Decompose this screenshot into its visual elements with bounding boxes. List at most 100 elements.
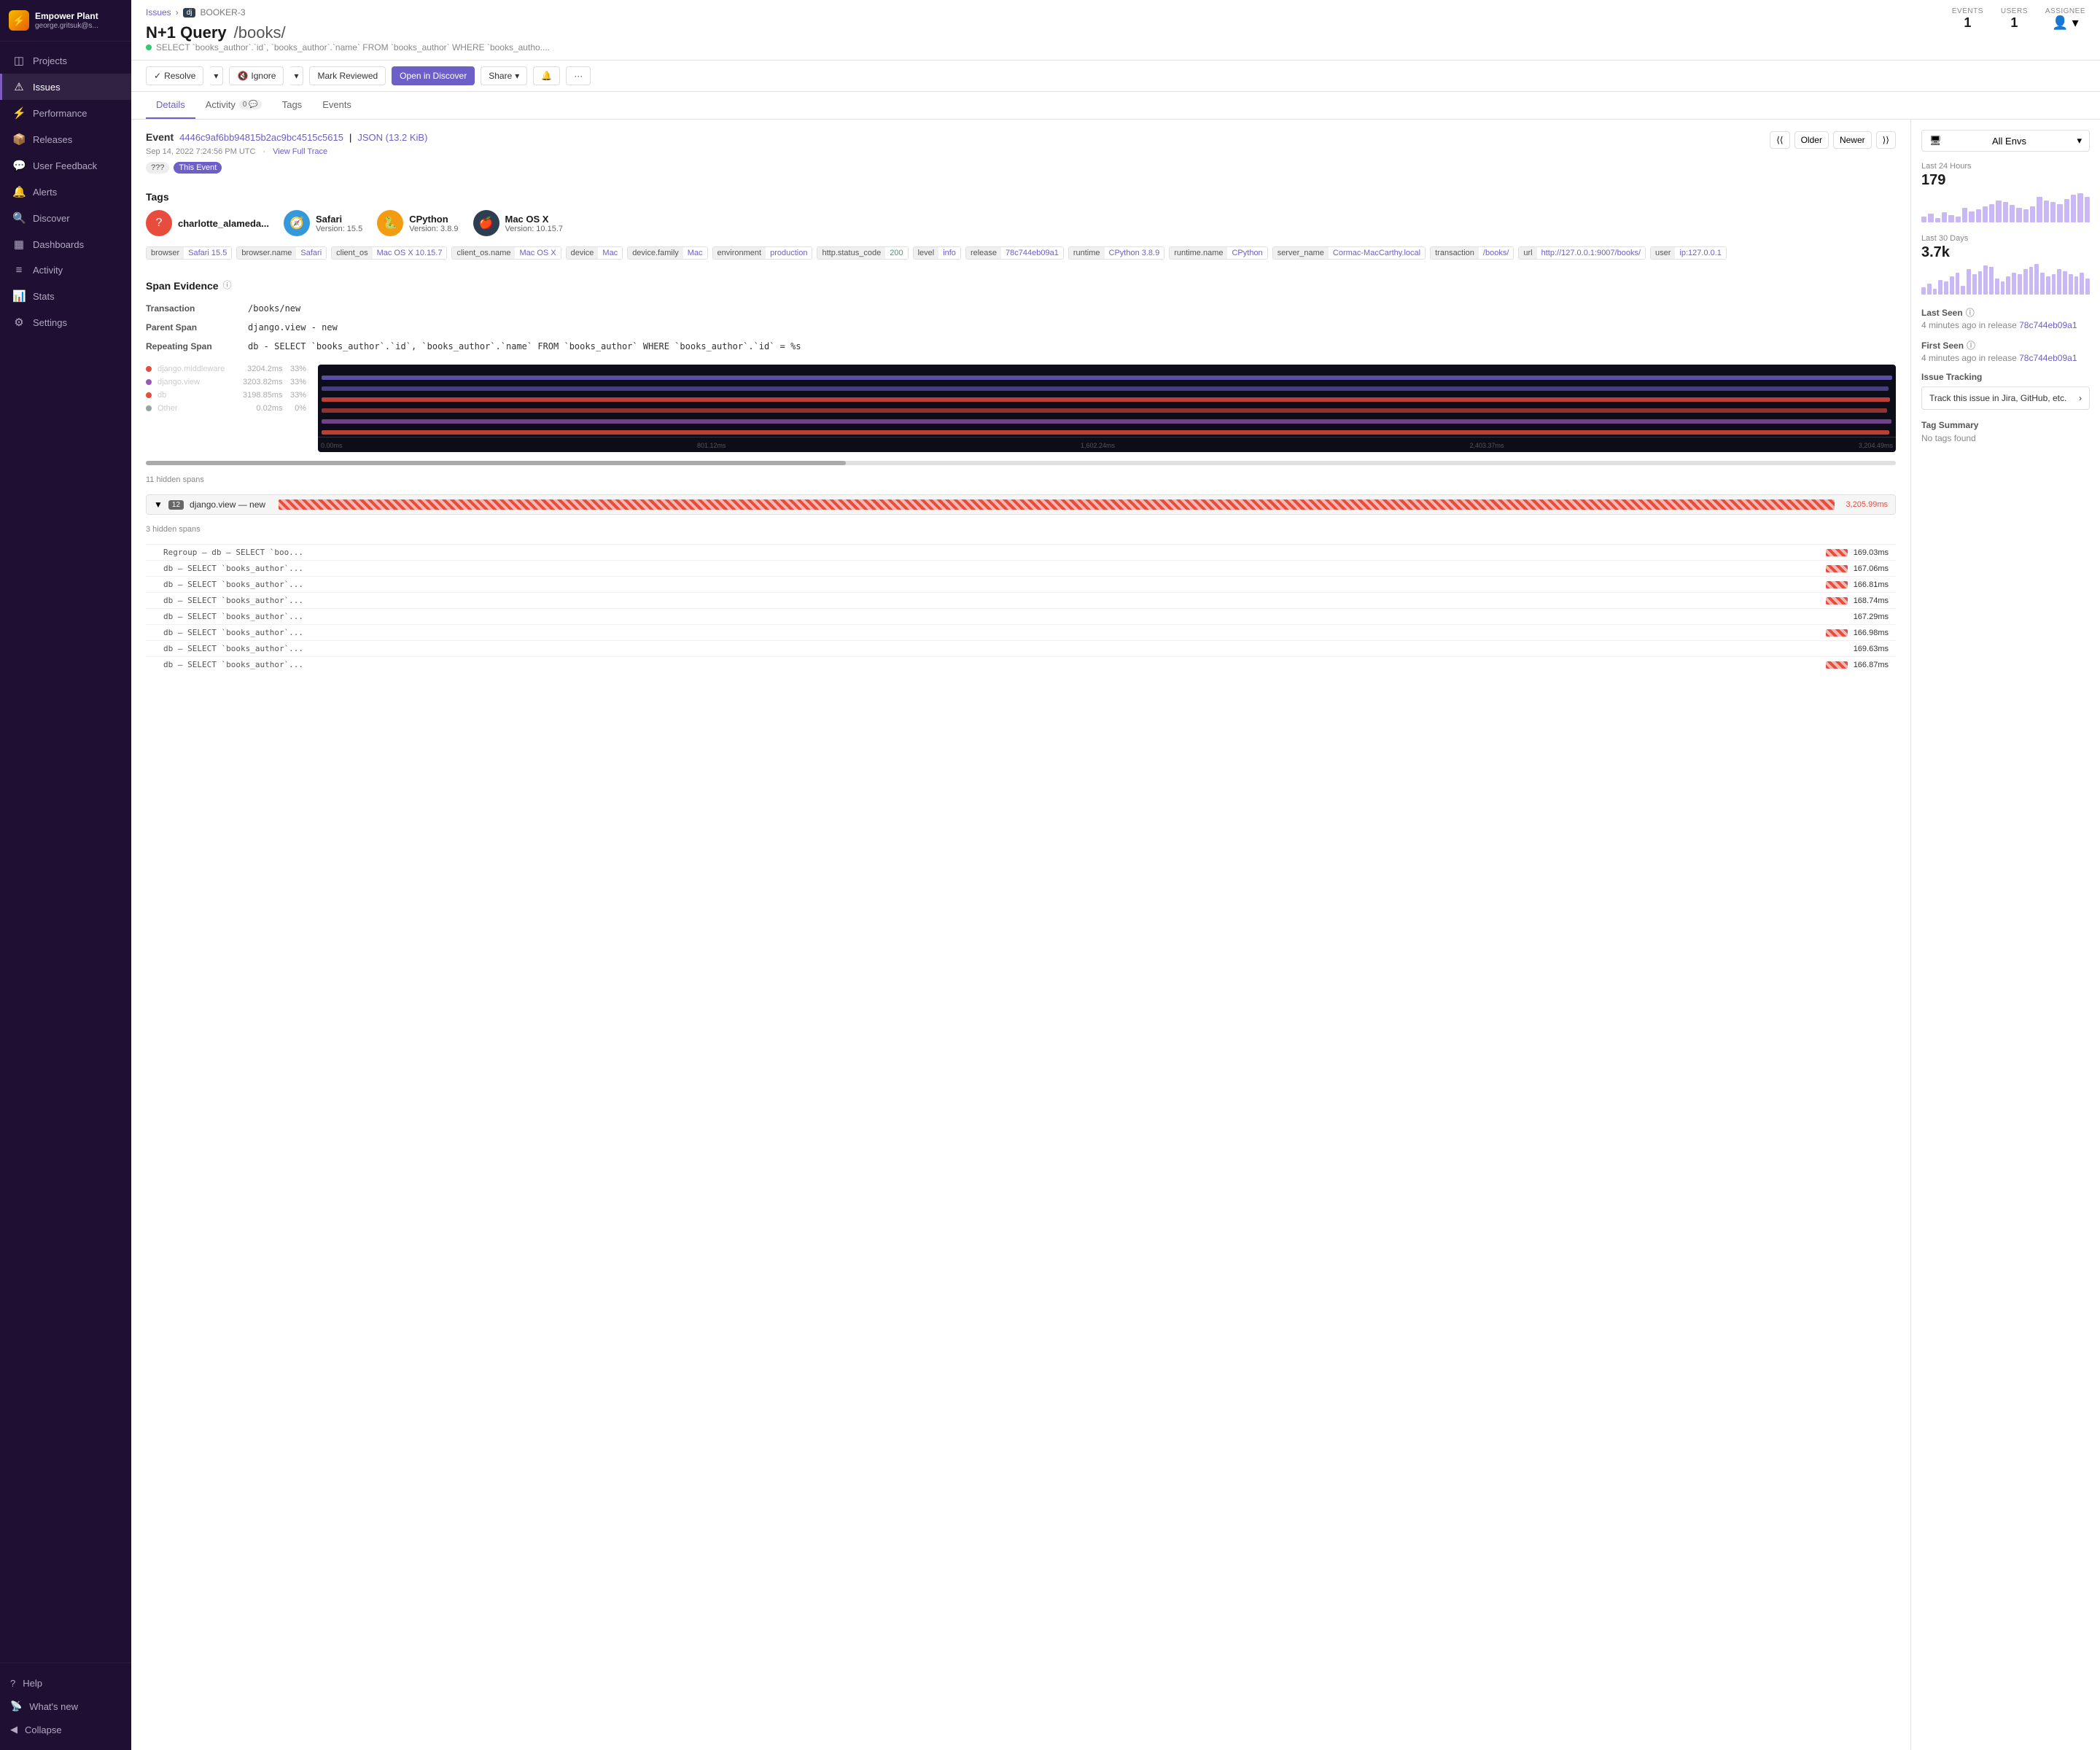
sidebar-item-projects[interactable]: ◫Projects [0,47,131,74]
tab-tags[interactable]: Tags [272,92,312,119]
mini-bar-30d [1972,274,1977,295]
first-event-button[interactable]: ⟨⟨ [1770,131,1789,149]
striped-bar [1826,661,1848,669]
mini-bar-30d [2085,279,2090,295]
last-event-button[interactable]: ⟩⟩ [1876,131,1896,149]
mini-bar-24h [1969,211,1974,222]
sidebar-item-discover[interactable]: 🔍Discover [0,205,131,231]
sidebar-item-releases[interactable]: 📦Releases [0,126,131,152]
tag-pill-url[interactable]: url http://127.0.0.1:9007/books/ [1518,246,1646,260]
perf-dot [146,405,152,411]
timeline-label: 1,602.24ms [1081,442,1115,449]
last-seen-release-link[interactable]: 78c744eb09a1 [2019,320,2077,330]
last-seen-section: Last Seen ⓘ 4 minutes ago in release 78c… [1921,306,2090,330]
tab-activity[interactable]: Activity0 💬 [195,92,272,119]
tag-pill-device[interactable]: device Mac [566,246,623,260]
mini-bar-24h [2030,206,2035,222]
tag-pill-level[interactable]: level info [913,246,961,260]
mini-bar-30d [1921,287,1926,295]
sidebar-label-user-feedback: User Feedback [33,160,97,171]
tab-label-tags: Tags [282,99,302,110]
sidebar-footer-whats-new[interactable]: 📡What's new [0,1695,131,1718]
issue-query: SELECT `books_author`.`id`, `books_autho… [146,42,550,52]
share-button[interactable]: Share ▾ [481,66,527,85]
span-detail-row: db — SELECT `books_author`... 166.81ms [146,576,1896,592]
mini-bar-30d [2029,267,2034,295]
mark-reviewed-button[interactable]: Mark Reviewed [309,66,386,85]
tag-pill-server_name[interactable]: server_name Cormac-MacCarthy.local [1272,246,1426,260]
tag-key-runtime.name: runtime.name [1170,247,1227,259]
tags-section-title: Tags [146,191,1896,203]
tag-pill-runtime.name[interactable]: runtime.name CPython [1169,246,1267,260]
tag-val-device.family: Mac [683,247,707,259]
newer-event-button[interactable]: Newer [1833,131,1872,149]
timeline-labels: 0.00ms801.12ms1,602.24ms2,403.37ms3,204.… [318,442,1896,449]
span-number: 12 [168,500,184,510]
event-id-link[interactable]: 4446c9af6bb94815b2ac9bc4515c5615 [179,132,343,143]
sidebar-item-alerts[interactable]: 🔔Alerts [0,179,131,205]
mini-bar-30d [2069,274,2073,295]
span-evidence-row: Repeating Span db - SELECT `books_author… [146,337,1896,356]
help-icon: ? [10,1678,15,1689]
tag-key-url: url [1519,247,1536,259]
tag-pill-client_os.name[interactable]: client_os.name Mac OS X [451,246,561,260]
mini-bar-30d [1956,273,1960,295]
tab-events[interactable]: Events [312,92,362,119]
span-evidence-table: Transaction /books/new Parent Span djang… [146,299,1896,356]
tag-pill-device.family[interactable]: device.family Mac [627,246,707,260]
ignore-caret-button[interactable]: ▾ [289,66,303,85]
tab-details[interactable]: Details [146,92,195,119]
tag-pill-client_os[interactable]: client_os Mac OS X 10.15.7 [331,246,447,260]
resolve-button[interactable]: ✓ Resolve [146,66,203,85]
span-row-value: /books/new [248,299,1896,318]
tag-pill-release[interactable]: release 78c744eb09a1 [965,246,1064,260]
last-30d-value: 3.7k [1921,244,2090,261]
performance-rows: django.middleware 3204.2ms 33% django.vi… [146,365,306,413]
mini-bar-24h [1983,206,1988,222]
env-selector[interactable]: 🖥 All Envs ▾ [1921,130,2090,152]
sidebar-item-dashboards[interactable]: ▦Dashboards [0,231,131,257]
tag-val-client_os: Mac OS X 10.15.7 [373,247,447,259]
tag-pill-user[interactable]: user ip:127.0.0.1 [1650,246,1727,260]
issue-title-text: N+1 Query [146,23,227,42]
events-stat: EVENTS 1 [1952,7,1983,31]
tag-pill-browser[interactable]: browser Safari 15.5 [146,246,232,260]
breadcrumb-issues[interactable]: Issues [146,7,171,18]
assignee-stat[interactable]: ASSIGNEE 👤 ▾ [2045,7,2085,31]
span-evidence-help-icon[interactable]: ⓘ [223,279,232,291]
tag-key-level: level [914,247,939,259]
tag-pill-http.status_code[interactable]: http.status_code 200 [817,246,908,260]
tag-pill-environment[interactable]: environment production [712,246,813,260]
sidebar-item-performance[interactable]: ⚡Performance [0,100,131,126]
tab-label-events: Events [322,99,351,110]
resolve-caret-button[interactable]: ▾ [209,66,223,85]
ignore-button[interactable]: 🔇 Ignore [229,66,284,85]
first-seen-release-link[interactable]: 78c744eb09a1 [2019,353,2077,363]
sidebar-footer-help[interactable]: ?Help [0,1672,131,1695]
event-json-link[interactable]: JSON (13.2 KiB) [357,132,427,143]
mute-icon: 🔇 [237,71,248,81]
tag-pill-browser.name[interactable]: browser.name Safari [236,246,327,260]
view-full-trace-link[interactable]: View Full Trace [273,147,327,156]
sidebar-item-user-feedback[interactable]: 💬User Feedback [0,152,131,179]
right-panel: 🖥 All Envs ▾ Last 24 Hours 179 Last 30 D… [1910,120,2100,1750]
sidebar-item-stats[interactable]: 📊Stats [0,283,131,309]
first-seen-value: 4 minutes ago in release 78c744eb09a1 [1921,353,2090,363]
sidebar-item-issues[interactable]: ⚠Issues [0,74,131,100]
cpython-info: CPython Version: 3.8.9 [409,214,458,233]
tag-pill-runtime[interactable]: runtime CPython 3.8.9 [1068,246,1164,260]
older-event-button[interactable]: Older [1794,131,1829,149]
safari-avatar: 🧭 [284,210,310,236]
sidebar-item-activity[interactable]: ≡Activity [0,257,131,283]
expand-icon[interactable]: ▼ [154,499,163,510]
open-in-discover-button[interactable]: Open in Discover [392,66,475,85]
sidebar-item-settings[interactable]: ⚙Settings [0,309,131,335]
notifications-button[interactable]: 🔔 [533,66,560,85]
tracking-button[interactable]: Track this issue in Jira, GitHub, etc. › [1921,386,2090,410]
mini-bar-30d [2006,276,2010,295]
striped-bar [1826,565,1848,572]
more-button[interactable]: ··· [566,66,591,85]
tag-key-device: device [567,247,599,259]
sidebar-footer-collapse[interactable]: ◀Collapse [0,1718,131,1741]
tag-pill-transaction[interactable]: transaction /books/ [1430,246,1514,260]
